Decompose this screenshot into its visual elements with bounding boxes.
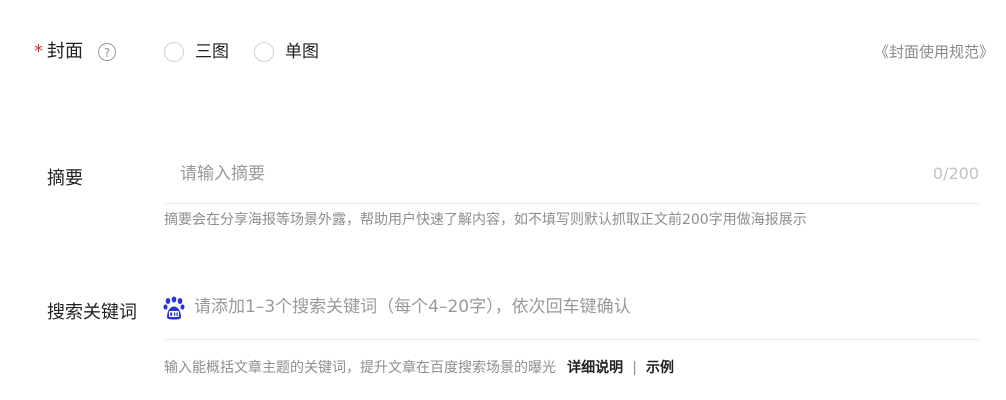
keywords-divider [164,339,979,340]
example-link[interactable]: 示例 [646,360,674,376]
required-mark: * [34,41,43,62]
detail-link[interactable]: 详细说明 [567,360,623,376]
summary-section: 摘要 0/200 摘要会在分享海报等场景外露，帮助用户快速了解内容，如不填写则默… [0,158,1006,238]
cover-row: * 封面 ? 三图 单图 《封面使用规范》 [34,40,994,66]
keywords-label: 搜索关键词 [47,302,137,323]
summary-divider [164,203,979,204]
radio-label-single-image[interactable]: 单图 [285,40,319,64]
help-icon[interactable]: ? [98,43,116,61]
radio-label-three-images[interactable]: 三图 [195,40,229,64]
radio-three-images[interactable] [164,42,184,62]
keywords-hint: 输入能概括文章主题的关键词，提升文章在百度搜索场景的曝光 [164,360,556,376]
cover-rules-link[interactable]: 《封面使用规范》 [874,41,994,63]
link-separator: | [632,360,637,376]
summary-input[interactable] [180,161,880,187]
radio-single-image[interactable] [254,42,274,62]
keywords-hint-row: 输入能概括文章主题的关键词，提升文章在百度搜索场景的曝光 详细说明 | 示例 [164,357,674,378]
summary-hint: 摘要会在分享海报等场景外露，帮助用户快速了解内容，如不填写则默认抓取正文前200… [164,212,807,228]
keywords-input[interactable] [194,294,894,320]
summary-label: 摘要 [47,168,83,189]
summary-counter: 0/200 [932,164,979,183]
baidu-paw-icon [163,296,185,320]
keywords-section: 搜索关键词 输入能概括文章主题的关键词，提升文章在百度搜索场景的曝光 详细说明 … [0,290,1006,390]
cover-label: 封面 [47,41,83,62]
